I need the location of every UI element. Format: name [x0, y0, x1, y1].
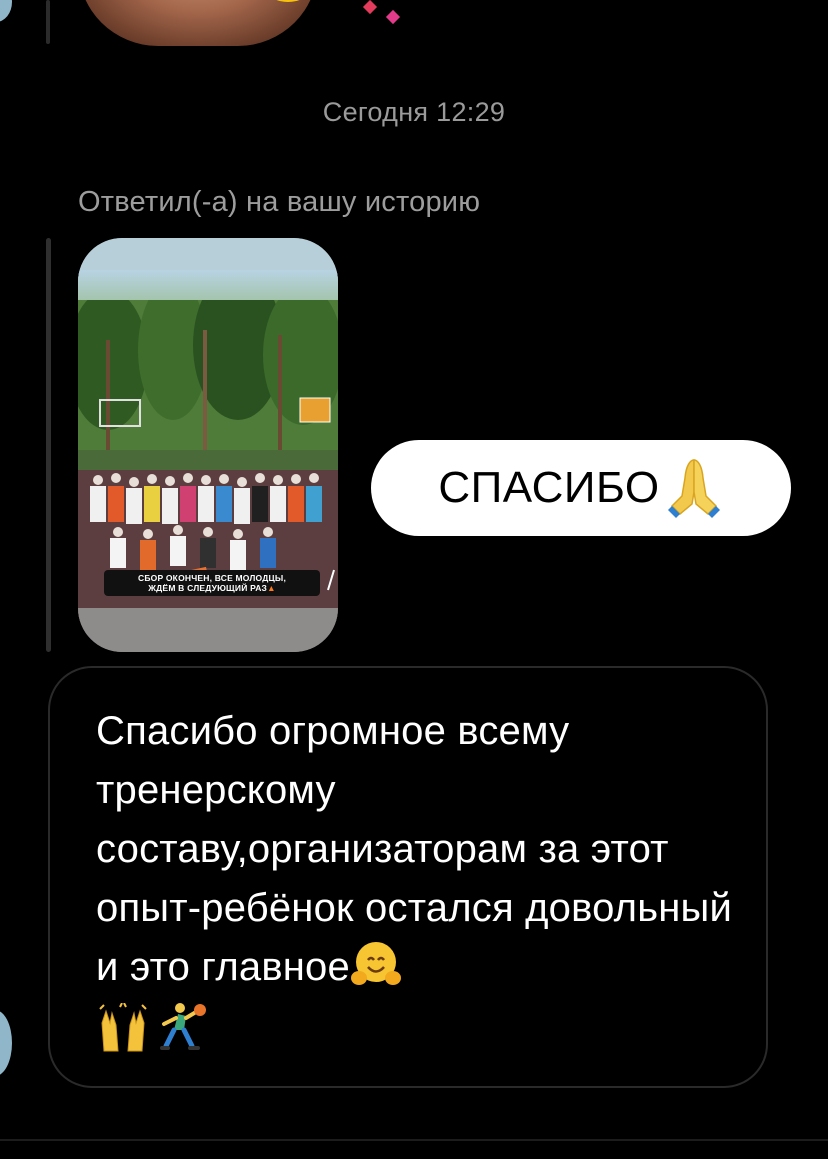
previous-reply-line	[46, 0, 50, 44]
story-reply-label: Ответил(-а) на вашу историю	[78, 186, 481, 218]
previous-story-thumbnail[interactable]	[78, 0, 318, 46]
fire-icon: ▲	[267, 583, 276, 593]
team-group-illustration	[78, 470, 338, 630]
received-message-bubble[interactable]: Спасибо огромное всему тренерскому соста…	[48, 666, 768, 1088]
message-timestamp: Сегодня 12:29	[322, 97, 506, 127]
story-reply-line	[46, 238, 51, 652]
sent-message-bubble[interactable]: СПАСИБО	[371, 440, 791, 536]
folded-hands-icon	[667, 459, 720, 518]
sent-message-text: СПАСИБО	[438, 463, 660, 512]
story-caption: СБОР ОКОНЧЕН, ВСЕ МОЛОДЦЫ, ЖДЁМ В СЛЕДУЮ…	[104, 570, 320, 596]
sender-avatar-top[interactable]	[0, 0, 12, 22]
confetti-icon	[385, 9, 401, 25]
received-message-text: Спасибо огромное всему тренерскому соста…	[96, 702, 736, 997]
story-caption-line: СБОР ОКОНЧЕН, ВСЕ МОЛОДЦЫ,	[137, 573, 287, 583]
bottom-divider	[0, 1139, 828, 1141]
sender-avatar-bottom[interactable]	[0, 1010, 12, 1076]
story-preview-card[interactable]: СБОР ОКОНЧЕН, ВСЕ МОЛОДЦЫ, ЖДЁМ В СЛЕДУЮ…	[78, 238, 338, 652]
story-caption-line: ЖДЁМ В СЛЕДУЮЩИЙ РАЗ	[148, 583, 268, 593]
received-emoji-row	[96, 998, 210, 1058]
received-message-body: Спасибо огромное всему тренерскому соста…	[96, 709, 733, 989]
raising-hands-icon	[99, 1003, 147, 1052]
hugging-face-icon	[350, 942, 401, 985]
confetti-icon	[362, 0, 378, 15]
trees-illustration	[78, 300, 338, 480]
basketball-player-icon	[160, 1003, 206, 1050]
